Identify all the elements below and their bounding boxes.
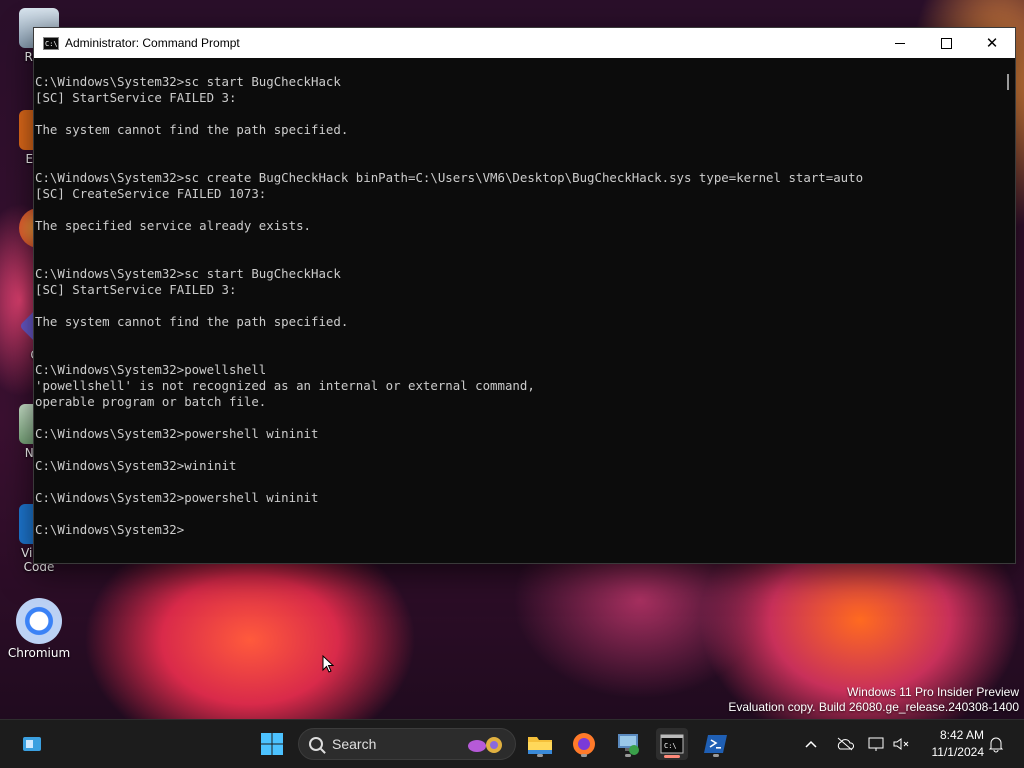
firefox-icon — [573, 733, 595, 755]
running-indicator — [581, 754, 587, 757]
search-placeholder: Search — [332, 736, 377, 752]
taskbar-network-tool[interactable] — [612, 728, 644, 760]
terminal-icon: C:\ — [660, 734, 684, 754]
taskbar: Search C:\ 8:42 AM 11/1/2024 — [0, 719, 1024, 768]
minimize-icon — [895, 42, 905, 44]
cmd-icon: C:\ — [43, 36, 59, 50]
console-line: The system cannot find the path specifie… — [35, 122, 349, 137]
console-line: [SC] StartService FAILED 3: — [35, 282, 237, 297]
console-line: C:\Windows\System32>sc start BugCheckHac… — [35, 266, 341, 281]
vertical-scrollbar[interactable] — [1001, 58, 1015, 563]
taskbar-file-explorer[interactable] — [524, 728, 556, 760]
mouse-cursor-icon — [322, 655, 334, 673]
active-window-indicator — [664, 755, 680, 758]
watermark-line-2: Evaluation copy. Build 26080.ge_release.… — [728, 700, 1019, 714]
window-title: Administrator: Command Prompt — [65, 36, 240, 50]
console-line: C:\Windows\System32>sc start BugCheckHac… — [35, 74, 341, 89]
taskbar-command-prompt[interactable]: C:\ — [656, 728, 688, 760]
system-clock[interactable]: 8:42 AM 11/1/2024 — [932, 727, 985, 761]
network-tool-icon — [618, 734, 639, 755]
watermark-line-1: Windows 11 Pro Insider Preview — [847, 685, 1019, 699]
search-highlight-icon — [468, 737, 502, 753]
console-line: 'powellshell' is not recognized as an in… — [35, 378, 535, 393]
network-icon — [868, 737, 884, 751]
powershell-icon — [704, 735, 727, 753]
volume-tray-button[interactable] — [892, 720, 910, 768]
scrollbar-thumb[interactable] — [1007, 74, 1009, 90]
svg-text:C:\: C:\ — [664, 742, 677, 750]
title-bar[interactable]: C:\ Administrator: Command Prompt ✕ — [34, 28, 1015, 58]
console-line: The system cannot find the path specifie… — [35, 314, 349, 329]
close-icon: ✕ — [985, 34, 999, 52]
running-indicator — [713, 754, 719, 757]
console-line: [SC] CreateService FAILED 1073: — [35, 186, 267, 201]
console-line: C:\Windows\System32> — [35, 522, 185, 537]
console-line: C:\Windows\System32>powershell wininit — [35, 426, 319, 441]
clock-date: 11/1/2024 — [931, 745, 985, 759]
close-button[interactable]: ✕ — [969, 28, 1015, 58]
console-line: C:\Windows\System32>powellshell — [35, 362, 267, 377]
onedrive-tray-button[interactable] — [836, 720, 854, 768]
maximize-button[interactable] — [923, 28, 969, 58]
console-line: C:\Windows\System32>wininit — [35, 458, 237, 473]
evaluation-watermark: Windows 11 Pro Insider Preview Evaluatio… — [728, 685, 1019, 715]
chromium-icon — [16, 598, 62, 644]
widgets-icon — [23, 737, 41, 751]
taskbar-search-box[interactable]: Search — [298, 728, 516, 760]
show-hidden-icons-button[interactable] — [804, 720, 818, 768]
windows-logo-icon — [261, 733, 283, 755]
command-prompt-window[interactable]: C:\ Administrator: Command Prompt ✕ C:\W… — [33, 27, 1016, 564]
console-line: [SC] StartService FAILED 3: — [35, 90, 237, 105]
taskbar-powershell[interactable] — [700, 728, 732, 760]
clock-time: 8:42 AM — [939, 728, 984, 742]
minimize-button[interactable] — [877, 28, 923, 58]
console-line: The specified service already exists. — [35, 218, 312, 233]
search-icon — [309, 737, 323, 751]
desktop-icon-label: Chromium — [7, 646, 71, 660]
desktop-icon-chromium[interactable]: Chromium — [6, 598, 72, 660]
bell-icon — [988, 737, 1004, 753]
chevron-up-icon — [805, 740, 817, 748]
running-indicator — [625, 754, 631, 757]
widgets-button[interactable] — [16, 728, 48, 760]
taskbar-firefox[interactable] — [568, 728, 600, 760]
running-indicator — [537, 754, 543, 757]
notifications-button[interactable] — [988, 720, 1004, 768]
file-explorer-icon — [528, 737, 552, 754]
network-tray-button[interactable] — [868, 720, 886, 768]
console-line: C:\Windows\System32>sc create BugCheckHa… — [35, 170, 864, 185]
console-line: operable program or batch file. — [35, 394, 267, 409]
maximize-icon — [940, 37, 952, 49]
start-button[interactable] — [256, 728, 288, 760]
console-line: C:\Windows\System32>powershell wininit — [35, 490, 319, 505]
console-output[interactable]: C:\Windows\System32>sc start BugCheckHac… — [34, 58, 1001, 563]
speaker-muted-icon — [893, 738, 909, 750]
cloud-off-icon — [837, 737, 854, 751]
